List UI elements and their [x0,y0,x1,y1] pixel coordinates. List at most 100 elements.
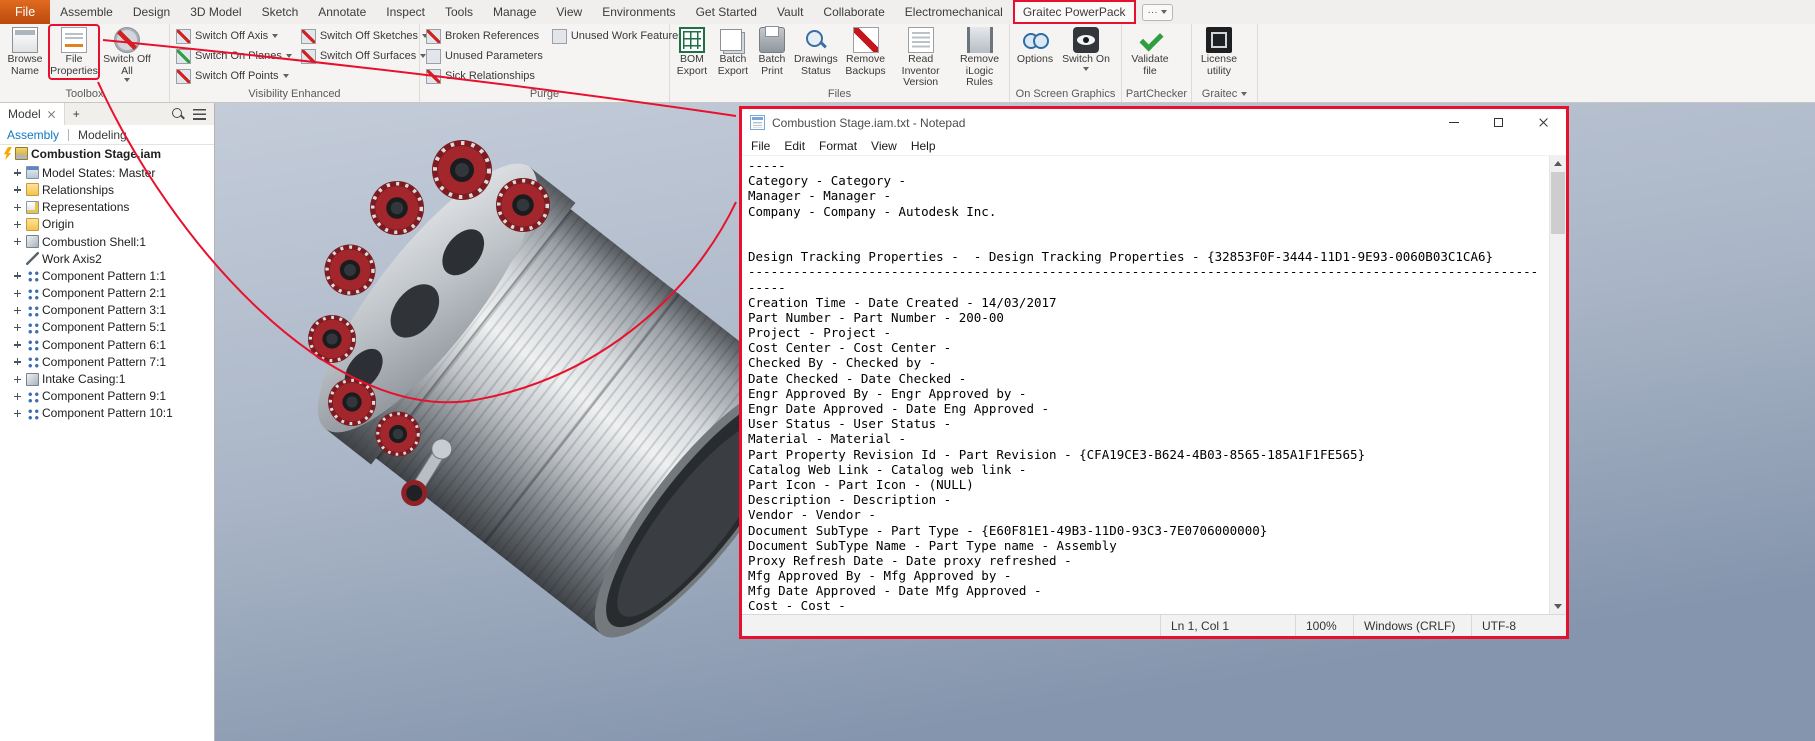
file-properties-button[interactable]: File Properties [50,26,98,78]
tree-item[interactable]: Representations [0,199,214,216]
tree-item[interactable]: Component Pattern 5:1 [0,319,214,336]
maximize-button[interactable] [1476,109,1521,136]
unused-parameters-button[interactable]: Unused Parameters [423,46,546,66]
minimize-button[interactable] [1431,109,1476,136]
tree-item[interactable]: Component Pattern 2:1 [0,285,214,302]
tab-assembly[interactable]: Assembly [7,128,59,142]
menu-edit[interactable]: Edit [777,136,812,155]
menu-view[interactable]: View [864,136,904,155]
expand-icon[interactable] [12,391,23,402]
tab-vault[interactable]: Vault [767,0,813,24]
tab-collaborate[interactable]: Collaborate [813,0,894,24]
expand-icon[interactable] [12,236,23,247]
notepad-text-line: User Status - User Status - [748,416,1549,431]
ribbon-group-toolbox: Browse Name File Properties Switch Off A… [0,24,170,102]
notepad-text-line: ----- [748,280,1549,295]
tree-item[interactable]: Component Pattern 1:1 [0,267,214,284]
tab-graitec-powerpack[interactable]: Graitec PowerPack [1013,0,1136,24]
menu-help[interactable]: Help [904,136,943,155]
bom-export-button[interactable]: BOM Export [673,26,711,78]
browse-name-button[interactable]: Browse Name [3,26,47,78]
tree-item-icon [26,252,39,265]
switch-on-button[interactable]: Switch On [1060,26,1112,72]
tab-3d-model[interactable]: 3D Model [180,0,251,24]
read-inventor-version-button[interactable]: Read Inventor Version [891,26,950,90]
tab-design[interactable]: Design [123,0,180,24]
validate-file-button[interactable]: Validate file [1125,26,1175,78]
close-icon[interactable] [47,110,56,119]
notepad-title-bar[interactable]: Combustion Stage.iam.txt - Notepad [742,109,1566,136]
license-utility-button[interactable]: License utility [1195,26,1243,78]
expand-icon[interactable] [12,374,23,385]
tree-item[interactable]: Component Pattern 10:1 [0,405,214,422]
ribbon-group-label-graitec[interactable]: Graitec [1192,86,1257,102]
vertical-scrollbar[interactable] [1549,156,1566,614]
switch-on-planes-button[interactable]: Switch On Planes [173,46,295,66]
tab-tools[interactable]: Tools [435,0,483,24]
file-menu-button[interactable]: File [0,0,50,24]
scroll-up-button[interactable] [1550,156,1566,171]
tree-item[interactable]: Combustion Shell:1 [0,233,214,250]
tree-item[interactable]: Component Pattern 9:1 [0,388,214,405]
tree-item[interactable]: Work Axis2 [0,250,214,267]
menu-file[interactable]: File [744,136,777,155]
tree-item[interactable]: Relationships [0,181,214,198]
tab-electromechanical[interactable]: Electromechanical [895,0,1013,24]
switch-off-points-button[interactable]: Switch Off Points [173,66,295,86]
switch-off-sketches-button[interactable]: Switch Off Sketches [298,26,431,46]
expand-icon[interactable] [12,202,23,213]
tree-item[interactable]: Origin [0,216,214,233]
chevron-down-icon [1241,92,1247,96]
switch-off-axis-button[interactable]: Switch Off Axis [173,26,295,46]
batch-export-button[interactable]: Batch Export [714,26,752,78]
batch-print-button[interactable]: Batch Print [755,26,789,78]
notepad-text-area[interactable]: ----- Category - Category - Manager - Ma… [742,156,1549,614]
tab-inspect[interactable]: Inspect [376,0,435,24]
tab-view[interactable]: View [546,0,592,24]
tree-item[interactable]: Component Pattern 7:1 [0,353,214,370]
options-button[interactable]: Options [1013,26,1057,67]
tab-manage[interactable]: Manage [483,0,546,24]
broken-references-button[interactable]: Broken References [423,26,546,46]
remove-backups-button[interactable]: Remove Backups [843,26,888,78]
expand-icon[interactable] [12,167,23,178]
tab-environments[interactable]: Environments [592,0,685,24]
browser-tab-model[interactable]: Model [0,103,65,125]
expand-icon[interactable] [12,288,23,299]
scrollbar-thumb[interactable] [1551,172,1565,234]
expand-icon[interactable] [12,270,23,281]
expand-icon[interactable] [12,305,23,316]
menu-format[interactable]: Format [812,136,864,155]
hamburger-menu-icon[interactable] [193,109,206,120]
search-icon[interactable] [171,107,185,121]
tree-item[interactable]: Model States: Master [0,164,214,181]
tab-divider [68,129,69,141]
tab-sketch[interactable]: Sketch [252,0,309,24]
scroll-down-button[interactable] [1550,599,1566,614]
expand-icon[interactable] [12,184,23,195]
expand-icon[interactable] [12,356,23,367]
tab-get-started[interactable]: Get Started [686,0,767,24]
tree-item[interactable]: Component Pattern 3:1 [0,302,214,319]
expand-icon[interactable] [12,408,23,419]
tree-item-icon [26,355,39,368]
tree-item[interactable]: Intake Casing:1 [0,370,214,387]
broken-references-icon [426,29,441,44]
add-browser-tab-button[interactable]: + [65,103,88,125]
expand-icon[interactable] [12,322,23,333]
remove-ilogic-rules-button[interactable]: Remove iLogic Rules [953,26,1006,90]
tab-modeling[interactable]: Modeling [78,128,127,142]
tab-assemble[interactable]: Assemble [50,0,123,24]
ribbon-display-options-button[interactable]: ··· [1142,4,1173,21]
close-button[interactable] [1521,109,1566,136]
tree-item[interactable]: Component Pattern 6:1 [0,336,214,353]
unused-work-features-button[interactable]: Unused Work Features [549,26,687,46]
expand-icon[interactable] [12,219,23,230]
switch-off-surfaces-button[interactable]: Switch Off Surfaces [298,46,431,66]
tab-annotate[interactable]: Annotate [308,0,376,24]
expand-icon[interactable] [12,339,23,350]
sick-relationships-button[interactable]: Sick Relationships [423,66,546,86]
switch-off-all-button[interactable]: Switch Off All [101,26,153,83]
tree-item-root-assembly[interactable]: Combustion Stage.iam [0,145,214,162]
drawings-status-button[interactable]: Drawings Status [792,26,840,78]
